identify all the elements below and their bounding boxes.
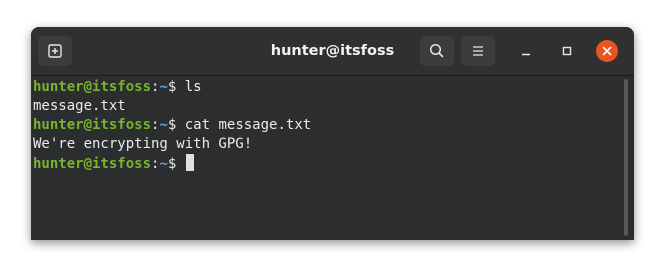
minimize-icon (522, 53, 530, 56)
prompt-path: ~ (159, 79, 168, 95)
output-text: message.txt (33, 98, 126, 114)
output-text: We're encrypting with GPG! (33, 136, 253, 152)
search-button[interactable] (420, 36, 454, 66)
menu-button[interactable] (461, 36, 495, 66)
title-bar[interactable]: hunter@itsfoss (31, 27, 634, 76)
prompt-user-host: hunter@itsfoss (33, 79, 152, 95)
prompt-symbol: $ (167, 156, 185, 172)
prompt-symbol: $ (167, 117, 185, 133)
command-text: cat message.txt (184, 117, 312, 133)
prompt-path: ~ (159, 156, 168, 172)
prompt-path: ~ (159, 117, 168, 133)
terminal-line-prompt: hunter@itsfoss:~$ (33, 154, 194, 173)
scrollbar[interactable] (624, 79, 628, 236)
prompt-symbol: $ (167, 79, 185, 95)
prompt-user-host: hunter@itsfoss (33, 156, 152, 172)
prompt-user-host: hunter@itsfoss (33, 117, 152, 133)
maximize-button[interactable] (555, 39, 579, 63)
window-title: hunter@itsfoss (270, 43, 395, 59)
close-icon (596, 40, 618, 62)
terminal-window: hunter@itsfoss hunter@itsfoss:~$ ls mess… (31, 27, 634, 240)
command-text: ls (184, 79, 202, 95)
new-tab-icon (48, 44, 62, 58)
maximize-icon (562, 46, 572, 56)
hamburger-menu-icon (473, 46, 483, 56)
terminal-line-prompt: hunter@itsfoss:~$ cat message.txt (33, 116, 311, 135)
terminal-line-prompt: hunter@itsfoss:~$ ls (33, 78, 202, 97)
terminal-line-output: message.txt (33, 97, 126, 116)
close-button[interactable] (595, 39, 619, 63)
minimize-button[interactable] (514, 39, 538, 63)
terminal-output-area[interactable]: hunter@itsfoss:~$ ls message.txt hunter@… (31, 76, 634, 240)
new-tab-button[interactable] (38, 36, 72, 66)
text-cursor (185, 154, 194, 171)
search-icon (429, 43, 444, 58)
terminal-line-output: We're encrypting with GPG! (33, 135, 252, 154)
